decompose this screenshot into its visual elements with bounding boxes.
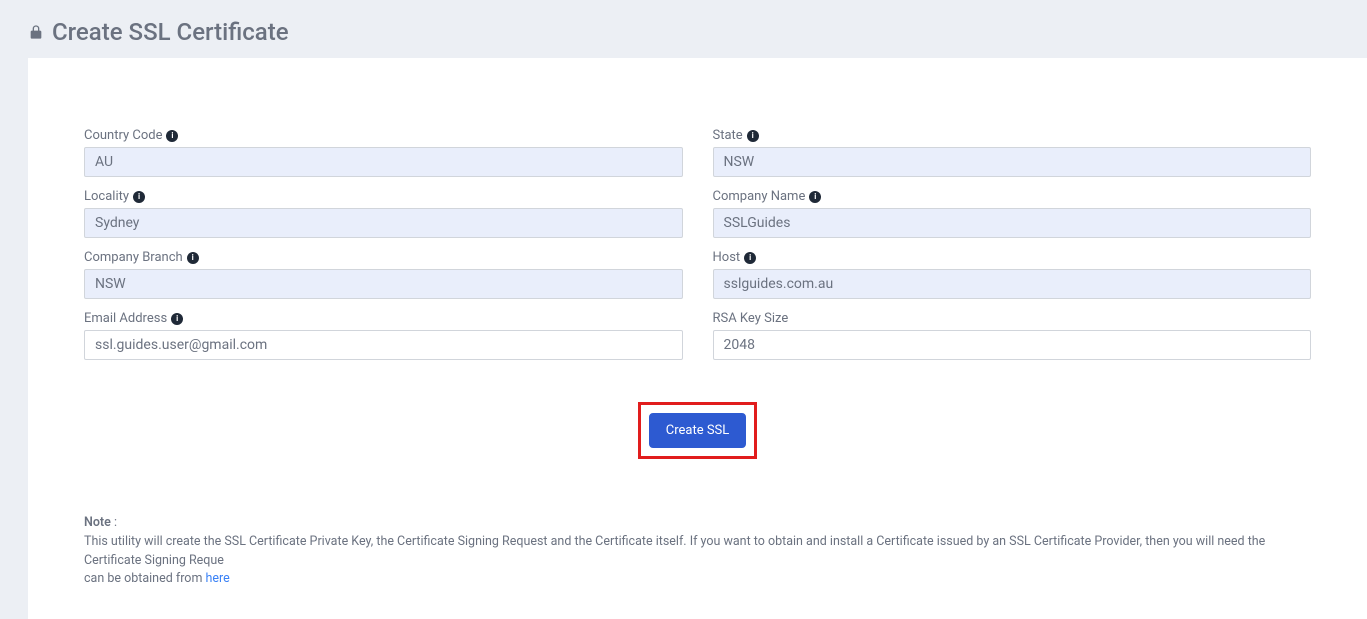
label-text: Company Branch <box>84 250 183 265</box>
info-icon[interactable]: i <box>166 130 178 142</box>
label-company-branch: Company Branch i <box>84 250 683 265</box>
label-email: Email Address i <box>84 311 683 326</box>
field-state: State i <box>713 128 1312 177</box>
input-rsa-key-size[interactable] <box>713 330 1312 360</box>
note-body: This utility will create the SSL Certifi… <box>84 534 1265 568</box>
form-grid: Country Code i State i Locality i Compan… <box>84 128 1311 360</box>
label-text: Locality <box>84 189 129 204</box>
highlight-box: Create SSL <box>638 402 758 459</box>
input-email[interactable] <box>84 330 683 360</box>
label-text: Email Address <box>84 311 167 326</box>
field-country-code: Country Code i <box>84 128 683 177</box>
input-state[interactable] <box>713 147 1312 177</box>
field-company-name: Company Name i <box>713 189 1312 238</box>
info-icon[interactable]: i <box>747 130 759 142</box>
field-rsa-key-size: RSA Key Size <box>713 311 1312 360</box>
info-icon[interactable]: i <box>187 252 199 264</box>
info-icon[interactable]: i <box>744 252 756 264</box>
note-title: Note <box>84 515 111 530</box>
input-country-code[interactable] <box>84 147 683 177</box>
label-text: Company Name <box>713 189 806 204</box>
page-title: Create SSL Certificate <box>52 18 289 46</box>
input-company-branch[interactable] <box>84 269 683 299</box>
label-company-name: Company Name i <box>713 189 1312 204</box>
input-locality[interactable] <box>84 208 683 238</box>
field-email: Email Address i <box>84 311 683 360</box>
input-host[interactable] <box>713 269 1312 299</box>
field-locality: Locality i <box>84 189 683 238</box>
info-icon[interactable]: i <box>133 191 145 203</box>
note-link-here[interactable]: here <box>206 571 230 586</box>
label-rsa-key-size: RSA Key Size <box>713 311 1312 326</box>
lock-icon <box>28 24 44 40</box>
label-text: State <box>713 128 743 143</box>
label-locality: Locality i <box>84 189 683 204</box>
label-host: Host i <box>713 250 1312 265</box>
note-body2-prefix: can be obtained from <box>84 571 206 586</box>
page-header: Create SSL Certificate <box>0 0 1367 58</box>
field-host: Host i <box>713 250 1312 299</box>
label-text: Country Code <box>84 128 162 143</box>
input-company-name[interactable] <box>713 208 1312 238</box>
label-text: RSA Key Size <box>713 311 789 326</box>
label-country-code: Country Code i <box>84 128 683 143</box>
create-ssl-button[interactable]: Create SSL <box>649 413 747 448</box>
info-icon[interactable]: i <box>809 191 821 203</box>
label-state: State i <box>713 128 1312 143</box>
info-icon[interactable]: i <box>171 313 183 325</box>
button-row: Create SSL <box>84 402 1311 459</box>
label-text: Host <box>713 250 741 265</box>
field-company-branch: Company Branch i <box>84 250 683 299</box>
form-card: Country Code i State i Locality i Compan… <box>28 58 1367 619</box>
note-section: Note : This utility will create the SSL … <box>84 514 1311 589</box>
